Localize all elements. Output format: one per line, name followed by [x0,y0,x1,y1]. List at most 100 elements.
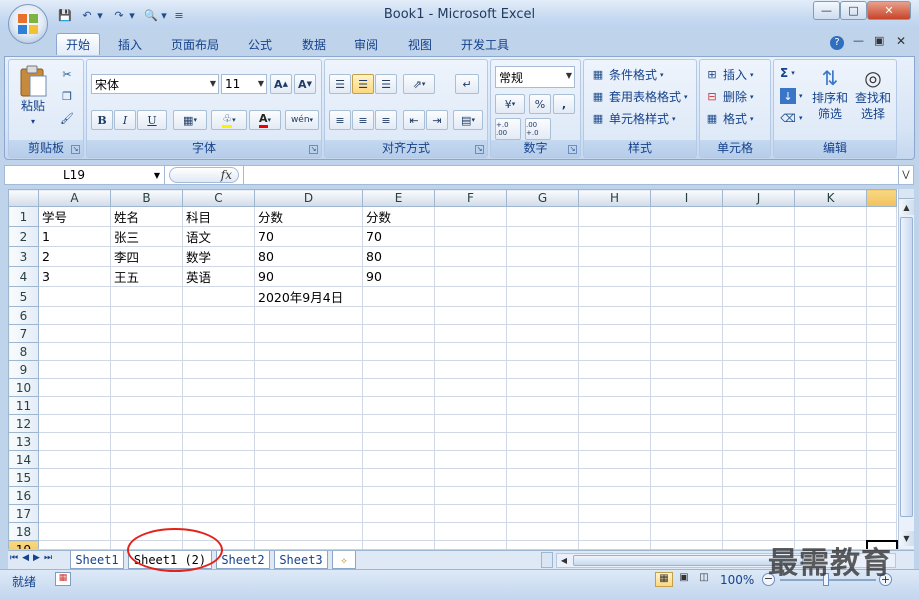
cell[interactable] [578,414,651,433]
cell[interactable] [182,324,255,343]
cell[interactable] [362,360,435,379]
cell[interactable] [578,378,651,397]
cell[interactable] [506,246,579,267]
cell[interactable] [794,360,867,379]
cell[interactable] [866,378,897,397]
cell[interactable] [434,286,507,307]
cell[interactable] [794,286,867,307]
cell[interactable] [506,504,579,523]
cell[interactable] [110,378,183,397]
cell[interactable] [578,396,651,415]
cell[interactable] [38,522,111,541]
fill-button[interactable]: ↓ ▾ [780,88,803,104]
scroll-down-icon[interactable]: ▼ [899,531,914,546]
row-header[interactable]: 19 [8,540,39,549]
cell[interactable] [794,306,867,325]
cell[interactable]: 张三 [110,226,183,247]
cell[interactable] [110,342,183,361]
column-header[interactable]: J [722,189,795,207]
cell[interactable] [650,450,723,469]
cell[interactable] [506,396,579,415]
scroll-thumb[interactable] [900,217,913,517]
cell[interactable] [650,468,723,487]
cell[interactable]: 80 [362,246,435,267]
cell[interactable] [506,378,579,397]
cell[interactable] [110,306,183,325]
tab-review[interactable]: 审阅 [344,33,388,55]
decrease-indent-button[interactable]: ⇤ [403,110,425,130]
cell[interactable] [182,414,255,433]
cell[interactable] [362,414,435,433]
underline-button[interactable]: U [137,110,167,130]
cell[interactable] [254,324,363,343]
column-header[interactable]: H [578,189,651,207]
cell[interactable] [722,360,795,379]
cell[interactable]: 2 [38,246,111,267]
cell[interactable] [362,324,435,343]
cell[interactable] [38,324,111,343]
cell[interactable] [434,306,507,325]
cell[interactable] [722,206,795,227]
cell[interactable] [434,206,507,227]
cell[interactable] [578,450,651,469]
tab-view[interactable]: 视图 [398,33,442,55]
cell[interactable]: 语文 [182,226,255,247]
row-header[interactable]: 7 [8,324,39,343]
cell[interactable]: 科目 [182,206,255,227]
cell[interactable] [506,414,579,433]
cell[interactable] [578,522,651,541]
cell[interactable] [866,450,897,469]
cell[interactable] [794,266,867,287]
cell-styles-button[interactable]: ▦ 单元格样式 ▾ [590,110,676,127]
cell[interactable] [650,486,723,505]
cell[interactable]: 分数 [362,206,435,227]
cell[interactable] [434,540,507,549]
cell[interactable] [722,306,795,325]
clear-button[interactable]: ⌫ ▾ [780,110,802,126]
cell[interactable] [38,306,111,325]
merge-center-button[interactable]: ▤ ▾ [453,110,483,130]
cell[interactable] [254,450,363,469]
insert-cells-button[interactable]: ⊞ 插入 ▾ [704,66,753,83]
column-header[interactable]: K [794,189,867,207]
tab-developer[interactable]: 开发工具 [450,33,520,55]
cell[interactable] [866,504,897,523]
cell[interactable] [506,206,579,227]
align-right-button[interactable]: ≡ [375,110,397,130]
column-header[interactable]: G [506,189,579,207]
close-button[interactable]: ✕ [867,1,911,20]
column-header[interactable]: I [650,189,723,207]
cell[interactable] [434,266,507,287]
cell[interactable]: 1 [38,226,111,247]
cell[interactable] [578,226,651,247]
ribbon-minimize-icon[interactable]: — [853,34,864,47]
cell[interactable] [254,540,363,549]
cell[interactable] [254,342,363,361]
cell[interactable] [362,342,435,361]
sheet-nav-icon[interactable]: ⏮◀▶⏭ [10,553,56,563]
cell[interactable] [110,450,183,469]
cell[interactable] [506,226,579,247]
cell[interactable] [362,286,435,307]
cell[interactable]: 学号 [38,206,111,227]
cell[interactable] [506,286,579,307]
sheet-tab[interactable]: Sheet2 [216,551,270,569]
column-header[interactable]: A [38,189,111,207]
cell[interactable] [578,342,651,361]
cell[interactable] [182,468,255,487]
cell[interactable] [866,360,897,379]
cell[interactable] [794,378,867,397]
cell[interactable] [38,432,111,451]
row-header[interactable]: 1 [8,206,39,227]
column-header-partial[interactable] [866,189,897,207]
maximize-button[interactable]: □ [840,1,867,20]
cell[interactable] [578,306,651,325]
cell[interactable] [434,432,507,451]
cell[interactable] [182,450,255,469]
cell[interactable] [506,306,579,325]
scroll-up-icon[interactable]: ▲ [899,200,914,215]
font-color-button[interactable]: A ▾ [249,110,281,130]
name-box[interactable]: L19 ▼ [5,166,165,184]
cell[interactable] [38,504,111,523]
clipboard-dialog-launcher-icon[interactable]: ↘ [71,145,80,154]
